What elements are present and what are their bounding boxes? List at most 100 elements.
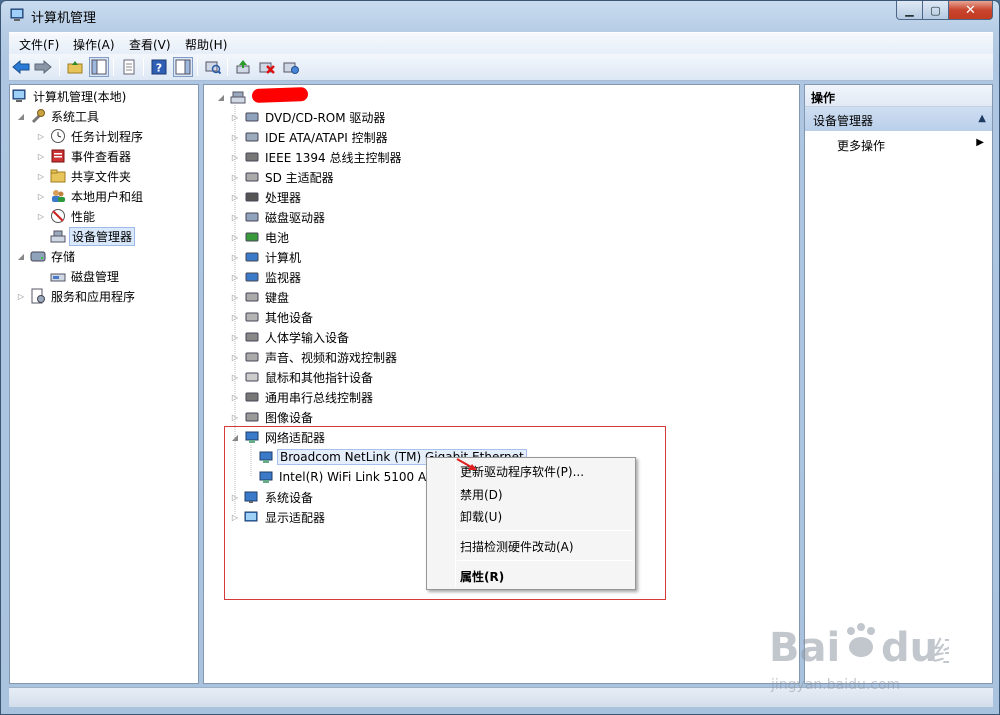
tree-item-computer-management[interactable]: 计算机管理(本地) xyxy=(12,86,128,106)
monitor-icon xyxy=(244,269,260,285)
close-button[interactable]: ✕ xyxy=(949,1,993,20)
tree-item-device-manager[interactable]: 设备管理器 xyxy=(50,226,136,246)
show-hide-action-pane-button[interactable] xyxy=(173,57,193,77)
tree-item-device-category[interactable]: ▷ 鼠标和其他指针设备 xyxy=(230,367,375,387)
expand-triangle-icon[interactable]: ▷ xyxy=(36,131,46,141)
imaging-device-icon xyxy=(244,409,260,425)
expand-triangle-icon[interactable]: ▷ xyxy=(230,412,240,422)
help-button[interactable]: ? xyxy=(149,57,169,77)
more-actions-link[interactable]: 更多操作 xyxy=(837,137,885,154)
up-one-level-button[interactable] xyxy=(65,57,85,77)
uninstall-device-button[interactable] xyxy=(257,57,277,77)
expand-triangle-icon[interactable]: ▷ xyxy=(230,232,240,242)
menu-action[interactable]: 操作(A) xyxy=(73,36,115,53)
tree-item-task-scheduler[interactable]: ▷ 任务计划程序 xyxy=(36,126,145,146)
menu-disable[interactable]: 禁用(D) xyxy=(460,486,503,503)
tree-item-local-users-groups[interactable]: ▷ 本地用户和组 xyxy=(36,186,145,206)
tree-label: 处理器 xyxy=(265,190,302,205)
tree-label: 服务和应用程序 xyxy=(51,289,136,304)
scan-hardware-button[interactable] xyxy=(203,57,223,77)
collapse-up-icon[interactable]: ▲ xyxy=(978,113,986,124)
expand-triangle-icon[interactable]: ▷ xyxy=(36,151,46,161)
expand-triangle-icon[interactable]: ▷ xyxy=(230,372,240,382)
expand-triangle-icon[interactable]: ▷ xyxy=(230,252,240,262)
back-button[interactable] xyxy=(11,57,31,77)
tree-item-device-category[interactable]: ▷ 处理器 xyxy=(230,187,303,207)
actions-header: 操作 xyxy=(805,85,992,107)
expand-triangle-icon[interactable]: ▷ xyxy=(230,212,240,222)
menu-file[interactable]: 文件(F) xyxy=(19,36,59,53)
menu-scan-hardware[interactable]: 扫描检测硬件改动(A) xyxy=(460,538,574,555)
tree-item-device-category[interactable]: ▷ 计算机 xyxy=(230,247,303,267)
expand-triangle-icon[interactable]: ▷ xyxy=(230,132,240,142)
users-icon xyxy=(50,188,66,204)
tree-item-device-category[interactable]: ▷ 人体学输入设备 xyxy=(230,327,351,347)
expand-triangle-icon[interactable]: ▷ xyxy=(230,352,240,362)
tree-item-device-category[interactable]: ▷ DVD/CD-ROM 驱动器 xyxy=(230,107,387,127)
expand-triangle-icon[interactable]: ▷ xyxy=(36,171,46,181)
uninstall-device-icon xyxy=(259,62,275,74)
menu-view[interactable]: 查看(V) xyxy=(129,36,171,53)
expand-triangle-icon[interactable]: ▷ xyxy=(230,392,240,402)
tree-item-disk-management[interactable]: 磁盘管理 xyxy=(50,266,121,286)
menu-uninstall[interactable]: 卸载(U) xyxy=(460,508,502,525)
tree-item-device-category[interactable]: ▷ SD 主适配器 xyxy=(230,167,336,187)
expand-triangle-icon[interactable]: ▷ xyxy=(230,152,240,162)
tree-item-device-category[interactable]: ▷ 键盘 xyxy=(230,287,291,307)
forward-button[interactable] xyxy=(33,57,53,77)
maximize-button[interactable]: ▢ xyxy=(923,1,949,20)
annotation-arrow-icon xyxy=(456,458,477,470)
expand-triangle-icon[interactable]: ▷ xyxy=(36,211,46,221)
tree-item-device-category[interactable]: ▷ IDE ATA/ATAPI 控制器 xyxy=(230,127,390,147)
tree-item-device-category[interactable]: ▷ 其他设备 xyxy=(230,307,315,327)
collapse-triangle-icon[interactable]: ◢ xyxy=(216,92,226,102)
tree-item-device-category[interactable]: ▷ 监视器 xyxy=(230,267,303,287)
tree-item-services-applications[interactable]: ▷ 服务和应用程序 xyxy=(16,286,137,306)
chevron-right-icon[interactable]: ▶ xyxy=(976,137,984,148)
expand-triangle-icon[interactable]: ▷ xyxy=(230,332,240,342)
menu-bar: 文件(F) 操作(A) 查看(V) 帮助(H) xyxy=(9,32,993,54)
export-list-button[interactable] xyxy=(119,57,139,77)
update-driver-button[interactable] xyxy=(233,57,253,77)
tree-item-device-category[interactable]: ▷ 电池 xyxy=(230,227,291,247)
expand-triangle-icon[interactable]: ▷ xyxy=(230,292,240,302)
tree-item-device-category[interactable]: ▷ IEEE 1394 总线主控制器 xyxy=(230,147,403,167)
actions-section-device-manager[interactable]: 设备管理器 ▲ xyxy=(805,107,992,131)
help-icon: ? xyxy=(151,59,167,75)
tree-item-computer-root[interactable]: ◢ xyxy=(216,87,249,107)
tree-item-event-viewer[interactable]: ▷ 事件查看器 xyxy=(36,146,133,166)
tree-item-shared-folders[interactable]: ▷ 共享文件夹 xyxy=(36,166,133,186)
tree-item-device-category[interactable]: ▷ 磁盘驱动器 xyxy=(230,207,327,227)
menu-properties[interactable]: 属性(R) xyxy=(460,568,504,585)
show-hide-console-tree-button[interactable] xyxy=(89,57,109,77)
expand-triangle-icon[interactable]: ▷ xyxy=(230,272,240,282)
menu-help[interactable]: 帮助(H) xyxy=(185,36,227,53)
console-tree-icon xyxy=(91,59,107,75)
clock-icon xyxy=(50,128,66,144)
tree-item-device-category[interactable]: ▷ 通用串行总线控制器 xyxy=(230,387,375,407)
minimize-button[interactable]: ▁ xyxy=(896,1,923,20)
tree-label: 系统工具 xyxy=(51,109,100,124)
tree-label: 键盘 xyxy=(265,290,290,305)
collapse-triangle-icon[interactable]: ◢ xyxy=(16,251,26,261)
tree-item-device-category[interactable]: ▷ 声音、视频和游戏控制器 xyxy=(230,347,399,367)
minimize-icon: ▁ xyxy=(905,3,914,17)
close-icon: ✕ xyxy=(965,2,976,18)
enable-device-button[interactable] xyxy=(281,57,301,77)
tree-item-device-category[interactable]: ▷ 图像设备 xyxy=(230,407,315,427)
expand-triangle-icon[interactable]: ▷ xyxy=(230,312,240,322)
expand-triangle-icon[interactable]: ▷ xyxy=(230,112,240,122)
disk-management-icon xyxy=(50,268,66,284)
expand-triangle-icon[interactable]: ▷ xyxy=(36,191,46,201)
title-bar[interactable]: 计算机管理 ▁ ▢ ✕ xyxy=(1,1,999,29)
expand-triangle-icon[interactable]: ▷ xyxy=(230,172,240,182)
tree-item-system-tools[interactable]: ◢ 系统工具 xyxy=(16,106,101,126)
tree-label: 监视器 xyxy=(265,270,302,285)
expand-triangle-icon[interactable]: ▷ xyxy=(16,291,26,301)
tree-item-storage[interactable]: ◢ 存储 xyxy=(16,246,77,266)
tree-item-performance[interactable]: ▷ 性能 xyxy=(36,206,97,226)
folder-up-icon xyxy=(67,61,83,74)
expand-triangle-icon[interactable]: ▷ xyxy=(230,192,240,202)
collapse-triangle-icon[interactable]: ◢ xyxy=(16,111,26,121)
tree-label: SD 主适配器 xyxy=(265,170,334,185)
